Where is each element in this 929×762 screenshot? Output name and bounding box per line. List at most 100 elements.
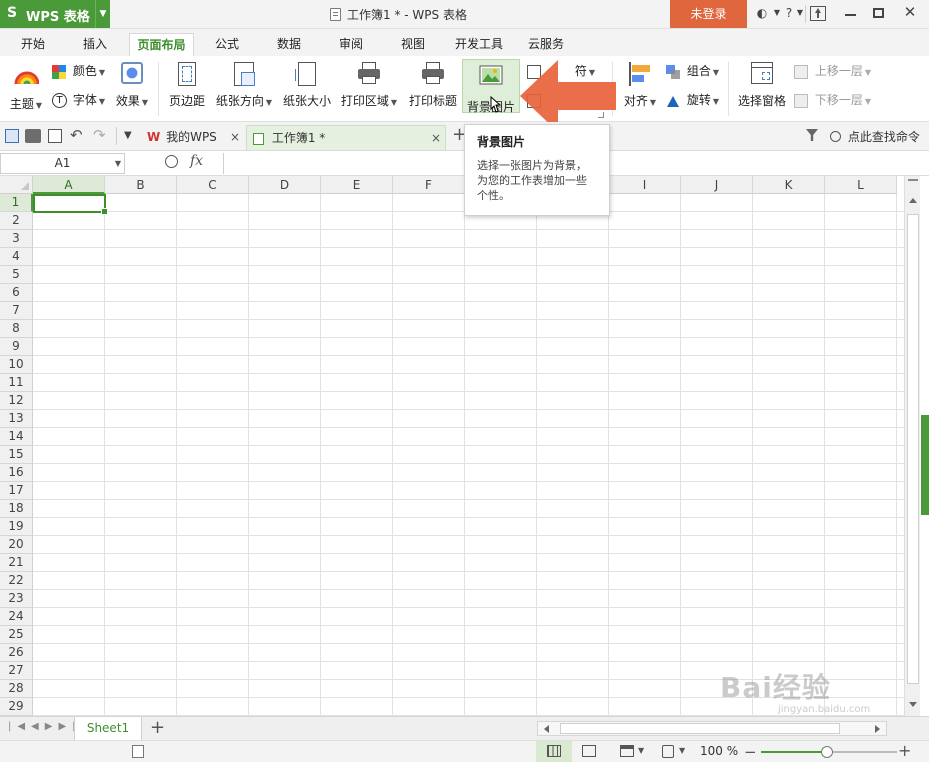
print-preview-icon[interactable] bbox=[48, 129, 62, 143]
tab-cloud[interactable]: 云服务 bbox=[520, 33, 572, 57]
normal-view-button[interactable] bbox=[536, 741, 572, 762]
filter-icon[interactable] bbox=[806, 129, 818, 141]
close-tab-icon[interactable]: × bbox=[431, 126, 441, 150]
row-header-13[interactable]: 13 bbox=[0, 410, 33, 428]
active-cell-a1[interactable] bbox=[33, 194, 108, 215]
row-header-23[interactable]: 23 bbox=[0, 590, 33, 608]
column-header-c[interactable]: C bbox=[177, 176, 249, 194]
row-header-29[interactable]: 29 bbox=[0, 698, 33, 716]
row-header-22[interactable]: 22 bbox=[0, 572, 33, 590]
minimize-icon[interactable] bbox=[845, 14, 856, 16]
print-titles-button[interactable]: 打印标题 bbox=[405, 62, 461, 109]
row-header-17[interactable]: 17 bbox=[0, 482, 33, 500]
save-icon[interactable] bbox=[5, 129, 19, 143]
help-icon[interactable]: ? bbox=[782, 6, 796, 22]
sheet-nav-icons[interactable]: |◀◀▶▶| bbox=[8, 721, 82, 732]
row-header-9[interactable]: 9 bbox=[0, 338, 33, 356]
function-icon[interactable]: fx bbox=[190, 153, 203, 169]
tab-review[interactable]: 审阅 bbox=[330, 33, 372, 57]
side-panel-toggle[interactable] bbox=[921, 415, 929, 515]
row-header-27[interactable]: 27 bbox=[0, 662, 33, 680]
row-header-12[interactable]: 12 bbox=[0, 392, 33, 410]
vertical-scrollbar[interactable] bbox=[904, 176, 920, 716]
row-header-25[interactable]: 25 bbox=[0, 626, 33, 644]
tab-page-layout[interactable]: 页面布局 bbox=[129, 33, 194, 57]
row-header-3[interactable]: 3 bbox=[0, 230, 33, 248]
row-header-14[interactable]: 14 bbox=[0, 428, 33, 446]
row-header-7[interactable]: 7 bbox=[0, 302, 33, 320]
column-header-l[interactable]: L bbox=[825, 176, 897, 194]
row-header-15[interactable]: 15 bbox=[0, 446, 33, 464]
scroll-up-icon[interactable] bbox=[909, 198, 917, 203]
bring-forward-button[interactable]: 上移一层 ▼ bbox=[794, 62, 871, 80]
zoom-formula-icon[interactable] bbox=[165, 155, 178, 168]
row-header-20[interactable]: 20 bbox=[0, 536, 33, 554]
add-sheet-icon[interactable]: + bbox=[150, 717, 165, 738]
skin-icon[interactable]: ◐ bbox=[752, 6, 772, 22]
group-button[interactable]: 组合 ▼ bbox=[666, 62, 719, 80]
row-header-21[interactable]: 21 bbox=[0, 554, 33, 572]
reading-dropdown-icon[interactable]: ▼ bbox=[679, 746, 685, 755]
scroll-thumb[interactable] bbox=[907, 214, 919, 684]
send-backward-button[interactable]: 下移一层 ▼ bbox=[794, 91, 871, 109]
color-button[interactable]: 颜色 ▼ bbox=[52, 62, 105, 80]
macro-record-icon[interactable] bbox=[132, 745, 144, 758]
row-header-10[interactable]: 10 bbox=[0, 356, 33, 374]
print-icon[interactable] bbox=[25, 129, 41, 143]
horizontal-scrollbar[interactable] bbox=[537, 721, 887, 736]
zoom-in-icon[interactable]: + bbox=[898, 741, 911, 760]
redo-icon[interactable]: ↷ bbox=[93, 126, 106, 144]
row-header-19[interactable]: 19 bbox=[0, 518, 33, 536]
tab-home[interactable]: 开始 bbox=[12, 33, 54, 57]
sheet-tab-sheet1[interactable]: Sheet1 bbox=[74, 717, 142, 740]
reading-mode-icon[interactable] bbox=[662, 745, 674, 758]
column-header-j[interactable]: J bbox=[681, 176, 753, 194]
help-dropdown-icon[interactable]: ▼ bbox=[795, 8, 805, 24]
close-icon[interactable]: ✕ bbox=[900, 3, 920, 21]
rotate-button[interactable]: 旋转 ▼ bbox=[666, 91, 719, 109]
column-header-e[interactable]: E bbox=[321, 176, 393, 194]
select-all-corner[interactable] bbox=[0, 176, 33, 194]
tab-data[interactable]: 数据 bbox=[268, 33, 310, 57]
column-header-k[interactable]: K bbox=[753, 176, 825, 194]
close-tab-icon[interactable]: × bbox=[230, 125, 240, 149]
tab-insert[interactable]: 插入 bbox=[74, 33, 116, 57]
skin-dropdown-icon[interactable]: ▼ bbox=[772, 8, 782, 24]
chevron-down-icon[interactable]: ▼ bbox=[115, 154, 121, 173]
tab-view[interactable]: 视图 bbox=[392, 33, 434, 57]
quick-access-dropdown-icon[interactable]: ▼ bbox=[124, 130, 132, 141]
scroll-thumb[interactable] bbox=[560, 723, 840, 734]
wps-app-menu-button[interactable]: S WPS 表格 ▼ bbox=[0, 0, 110, 28]
effect-button[interactable]: 效果 ▼ bbox=[112, 62, 152, 109]
share-icon[interactable] bbox=[810, 6, 826, 21]
tab-developer[interactable]: 开发工具 bbox=[449, 33, 509, 57]
cell-area[interactable] bbox=[33, 194, 904, 716]
row-header-5[interactable]: 5 bbox=[0, 266, 33, 284]
tab-workbook1[interactable]: 工作簿1 * × bbox=[246, 125, 446, 150]
tab-formulas[interactable]: 公式 bbox=[206, 33, 248, 57]
row-header-2[interactable]: 2 bbox=[0, 212, 33, 230]
selection-pane-button[interactable]: 选择窗格 bbox=[736, 62, 788, 109]
undo-icon[interactable]: ↶ bbox=[70, 126, 83, 144]
column-header-d[interactable]: D bbox=[249, 176, 321, 194]
row-header-4[interactable]: 4 bbox=[0, 248, 33, 266]
row-header-24[interactable]: 24 bbox=[0, 608, 33, 626]
zoom-out-icon[interactable]: − bbox=[744, 743, 757, 761]
command-search[interactable]: 点此查找命令 bbox=[830, 128, 920, 146]
view-dropdown-icon[interactable]: ▼ bbox=[638, 746, 644, 755]
align-button[interactable]: 对齐 ▼ bbox=[620, 62, 660, 109]
page-break-view-icon[interactable] bbox=[582, 745, 596, 757]
row-header-18[interactable]: 18 bbox=[0, 500, 33, 518]
row-header-26[interactable]: 26 bbox=[0, 644, 33, 662]
print-area-button[interactable]: 打印区域 ▼ bbox=[339, 62, 399, 109]
row-header-16[interactable]: 16 bbox=[0, 464, 33, 482]
name-box[interactable]: A1 ▼ bbox=[0, 153, 125, 174]
column-header-i[interactable]: I bbox=[609, 176, 681, 194]
login-button[interactable]: 未登录 bbox=[670, 0, 747, 28]
margin-button[interactable]: 页边距 bbox=[165, 62, 209, 109]
zoom-slider[interactable] bbox=[761, 746, 897, 758]
column-header-f[interactable]: F bbox=[393, 176, 465, 194]
row-header-11[interactable]: 11 bbox=[0, 374, 33, 392]
orientation-button[interactable]: 纸张方向 ▼ bbox=[214, 62, 274, 109]
column-header-b[interactable]: B bbox=[105, 176, 177, 194]
